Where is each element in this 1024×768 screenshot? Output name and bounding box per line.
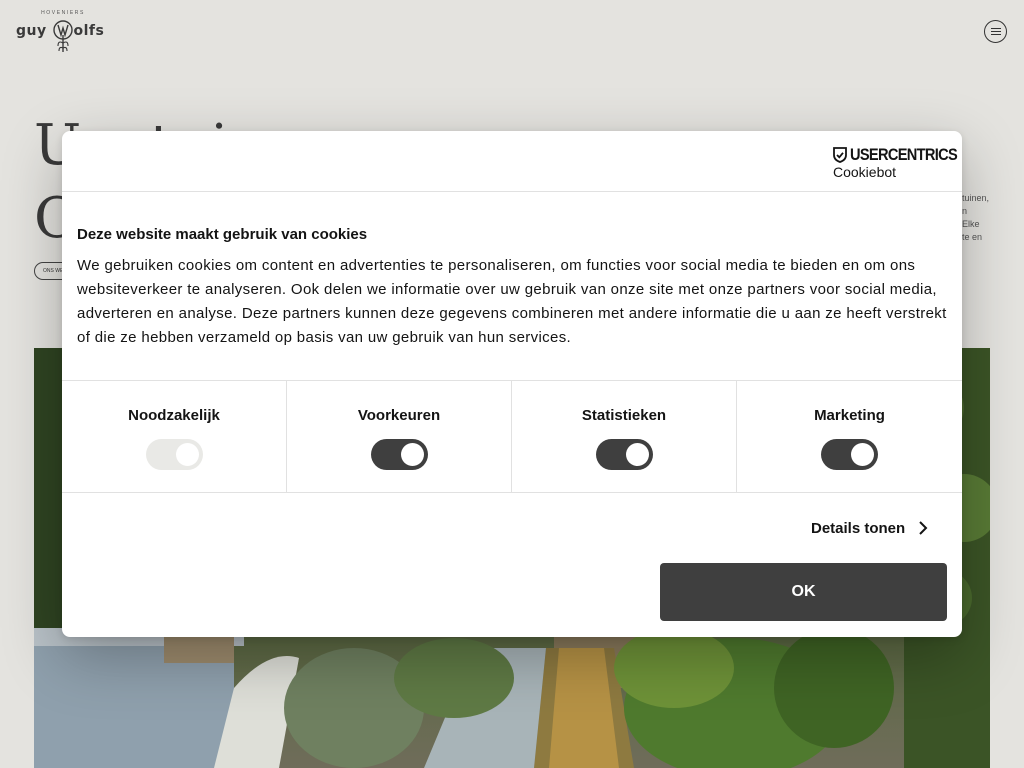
dialog-header: USERCENTRICS Cookiebot: [62, 131, 962, 192]
toggle-knob: [626, 443, 649, 466]
preferences-toggle[interactable]: [371, 439, 428, 470]
category-label: Noodzakelijk: [128, 407, 220, 424]
show-details-label: Details tonen: [811, 519, 906, 537]
hero-intro-line: tuinen,: [962, 193, 990, 203]
brand-name: USERCENTRICS: [850, 145, 958, 164]
site-logo[interactable]: HOVENIERS guy olfs: [16, 10, 110, 54]
show-details-link[interactable]: Details tonen: [811, 516, 929, 540]
hero-intro-text: tuinen, n Elke te en: [962, 192, 998, 244]
category-label: Voorkeuren: [357, 407, 441, 424]
hero-intro-line: n: [962, 206, 968, 216]
ok-button[interactable]: OK: [660, 563, 947, 621]
chevron-right-icon: [919, 521, 928, 535]
marketing-toggle[interactable]: [821, 439, 878, 470]
category-necessary: Noodzakelijk: [62, 381, 287, 492]
toggle-knob: [176, 443, 199, 466]
cookie-dialog-title: Deze website maakt gebruik van cookies: [77, 226, 368, 243]
hamburger-menu-button[interactable]: [984, 20, 1007, 43]
hero-intro-line: te en: [962, 232, 983, 242]
menu-line-icon: [990, 34, 1001, 35]
logo-subtitle: HOVENIERS: [41, 10, 85, 16]
category-label: Statistieken: [581, 407, 667, 424]
shield-check-icon: [833, 147, 847, 163]
logo-tree-icon: [53, 20, 73, 52]
statistics-toggle[interactable]: [596, 439, 653, 470]
menu-line-icon: [990, 28, 1001, 29]
cookie-dialog-description: We gebruiken cookies om content en adver…: [77, 257, 947, 346]
necessary-toggle: [146, 439, 203, 470]
cookie-category-toggles: Noodzakelijk Voorkeuren Statistieken Mar…: [62, 380, 962, 493]
category-marketing: Marketing: [737, 381, 962, 492]
category-preferences: Voorkeuren: [287, 381, 512, 492]
usercentrics-logo[interactable]: USERCENTRICS Cookiebot: [833, 145, 958, 180]
category-label: Marketing: [814, 407, 885, 424]
toggle-knob: [851, 443, 874, 466]
brand-product: Cookiebot: [833, 164, 897, 180]
category-statistics: Statistieken: [512, 381, 737, 492]
cookie-consent-dialog: USERCENTRICS Cookiebot Deze website maak…: [62, 131, 962, 637]
menu-line-icon: [990, 31, 1001, 32]
site-header: HOVENIERS guy olfs: [0, 0, 1024, 64]
hero-intro-line: Elke: [962, 219, 980, 229]
toggle-knob: [401, 443, 424, 466]
